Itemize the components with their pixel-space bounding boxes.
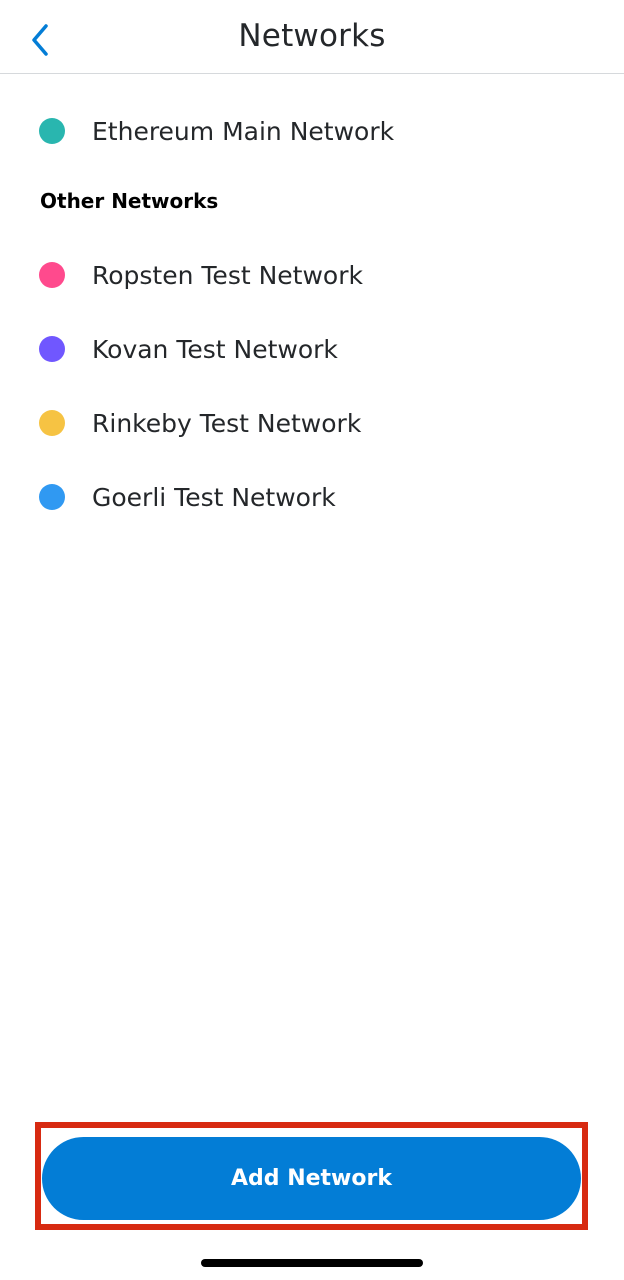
top-bar: Networks	[0, 0, 624, 74]
section-title-other-networks: Other Networks	[40, 189, 219, 213]
network-color-dot	[39, 118, 65, 144]
network-label: Ethereum Main Network	[92, 116, 395, 146]
network-label: Rinkeby Test Network	[92, 408, 362, 438]
network-color-dot	[39, 262, 65, 288]
network-item-ropsten[interactable]: Ropsten Test Network	[0, 245, 624, 305]
network-label: Goerli Test Network	[92, 482, 336, 512]
network-label: Ropsten Test Network	[92, 260, 363, 290]
add-network-button[interactable]: Add Network	[42, 1137, 581, 1220]
page-title: Networks	[238, 18, 386, 54]
network-color-dot	[39, 410, 65, 436]
network-color-dot	[39, 484, 65, 510]
home-indicator	[201, 1259, 423, 1267]
network-item-goerli[interactable]: Goerli Test Network	[0, 467, 624, 527]
network-label: Kovan Test Network	[92, 334, 338, 364]
network-item-kovan[interactable]: Kovan Test Network	[0, 319, 624, 379]
network-item-ethereum-main[interactable]: Ethereum Main Network	[0, 101, 624, 161]
network-color-dot	[39, 336, 65, 362]
network-item-rinkeby[interactable]: Rinkeby Test Network	[0, 393, 624, 453]
